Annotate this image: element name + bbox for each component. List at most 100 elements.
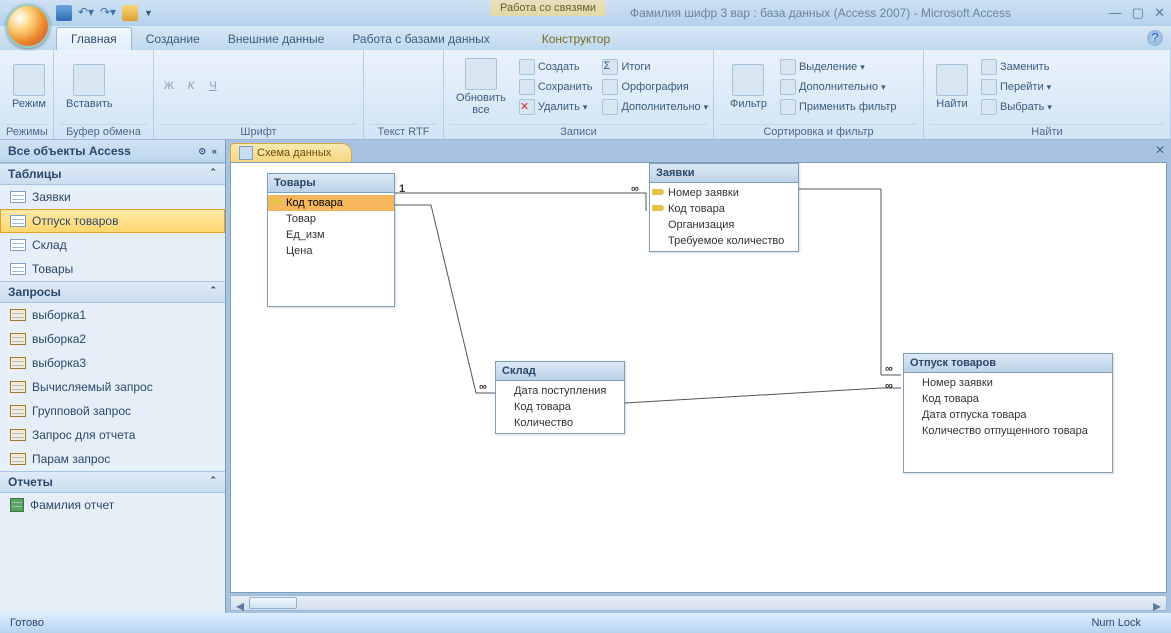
table-box-zayavki[interactable]: Заявки Номер заявкиКод товараОрганизацияТ…	[649, 163, 799, 252]
field-row[interactable]: Дата отпуска товара	[904, 407, 1112, 423]
toggle-filter-button[interactable]: Применить фильтр	[777, 98, 900, 116]
nav-item[interactable]: Групповой запрос	[0, 399, 225, 423]
window-title: Фамилия шифр 3 вар : база данных (Access…	[630, 6, 1011, 20]
nav-item[interactable]: Отпуск товаров	[0, 209, 225, 233]
nav-group-tables-label: Таблицы	[8, 167, 61, 181]
table-box-tovary[interactable]: Товары Код товараТоварЕд_измЦена	[267, 173, 395, 307]
nav-item[interactable]: Вычисляемый запрос	[0, 375, 225, 399]
underline-icon[interactable]: Ч	[204, 80, 222, 92]
qat-dropdown-icon[interactable]: ▼	[144, 8, 153, 18]
nav-group-tables[interactable]: Таблицы⌃	[0, 163, 225, 185]
nav-item[interactable]: выборка2	[0, 327, 225, 351]
spelling-button[interactable]: Орфография	[599, 78, 711, 96]
advanced-label: Дополнительно	[799, 81, 878, 93]
nav-item[interactable]: Запрос для отчета	[0, 423, 225, 447]
close-button[interactable]: ✕	[1154, 5, 1165, 21]
field-row[interactable]: Код товара	[268, 195, 394, 211]
goto-label: Перейти	[1000, 81, 1044, 93]
table-title[interactable]: Товары	[268, 174, 394, 193]
nav-item[interactable]: выборка1	[0, 303, 225, 327]
advanced-filter-button[interactable]: Дополнительно▾	[777, 78, 900, 96]
table-box-sklad[interactable]: Склад Дата поступленияКод товараКоличеств…	[495, 361, 625, 434]
ribbon-group-views: Режимы	[6, 124, 47, 139]
cardinality-many: ∞	[885, 363, 893, 375]
filter-button[interactable]: Фильтр	[724, 62, 773, 112]
totals-button[interactable]: ΣИтоги	[599, 58, 711, 76]
refresh-button[interactable]: Обновить все	[450, 56, 512, 118]
nav-group-queries[interactable]: Запросы⌃	[0, 281, 225, 303]
table-title[interactable]: Отпуск товаров	[904, 354, 1112, 373]
table-icon	[10, 215, 26, 227]
spell-icon	[602, 79, 618, 95]
delete-record-button[interactable]: ✕Удалить▾	[516, 98, 596, 116]
italic-icon[interactable]: К	[182, 80, 200, 92]
table-title[interactable]: Заявки	[650, 164, 798, 183]
field-row[interactable]: Код товара	[496, 399, 624, 415]
field-row[interactable]: Номер заявки	[650, 185, 798, 201]
nav-item-label: Отпуск товаров	[32, 214, 118, 228]
undo-icon[interactable]: ↶▾	[78, 5, 94, 21]
filter-icon	[732, 64, 764, 96]
replace-icon	[981, 59, 997, 75]
minimize-button[interactable]: —	[1109, 5, 1122, 21]
save-icon[interactable]	[56, 5, 72, 21]
tab-main[interactable]: Главная	[56, 27, 132, 50]
selection-button[interactable]: Выделение▾	[777, 58, 900, 76]
ribbon-group-font: Шрифт	[160, 124, 357, 139]
save-record-button[interactable]: Сохранить	[516, 78, 596, 96]
new-record-button[interactable]: Создать	[516, 58, 596, 76]
nav-header[interactable]: Все объекты Access ⊙ «	[0, 140, 225, 163]
field-row[interactable]: Ед_изм	[268, 227, 394, 243]
nav-item[interactable]: Заявки	[0, 185, 225, 209]
status-numlock: Num Lock	[1091, 617, 1141, 629]
select-button[interactable]: Выбрать▾	[978, 98, 1055, 116]
nav-item[interactable]: Склад	[0, 233, 225, 257]
query-icon	[10, 381, 26, 393]
maximize-button[interactable]: ▢	[1132, 5, 1144, 21]
field-row[interactable]: Требуемое количество	[650, 233, 798, 249]
ribbon-group-clipboard: Буфер обмена	[60, 124, 147, 139]
more-records-button[interactable]: Дополнительно▾	[599, 98, 711, 116]
nav-item[interactable]: Товары	[0, 257, 225, 281]
nav-header-label: Все объекты Access	[8, 144, 131, 158]
field-row[interactable]: Цена	[268, 243, 394, 259]
field-row[interactable]: Номер заявки	[904, 375, 1112, 391]
document-tab-schema[interactable]: Схема данных	[230, 143, 352, 162]
field-row[interactable]: Дата поступления	[496, 383, 624, 399]
table-title[interactable]: Склад	[496, 362, 624, 381]
field-row[interactable]: Количество отпущенного товара	[904, 423, 1112, 439]
view-button[interactable]: Режим	[6, 62, 52, 112]
nav-item[interactable]: Парам запрос	[0, 447, 225, 471]
field-row[interactable]: Организация	[650, 217, 798, 233]
table-box-otpusk[interactable]: Отпуск товаров Номер заявкиКод товараДата…	[903, 353, 1113, 473]
close-tab-icon[interactable]: ✕	[1155, 143, 1165, 157]
select-icon	[981, 99, 997, 115]
field-row[interactable]: Код товара	[904, 391, 1112, 407]
nav-group-reports[interactable]: Отчеты⌃	[0, 471, 225, 493]
field-row[interactable]: Количество	[496, 415, 624, 431]
office-button[interactable]	[6, 4, 50, 48]
tab-create[interactable]: Создание	[132, 28, 214, 50]
find-button[interactable]: Найти	[930, 62, 974, 112]
field-row[interactable]: Товар	[268, 211, 394, 227]
tab-constructor[interactable]: Конструктор	[528, 28, 624, 50]
nav-collapse-icon[interactable]: «	[212, 146, 217, 157]
replace-button[interactable]: Заменить	[978, 58, 1055, 76]
redo-icon[interactable]: ↷▾	[100, 5, 116, 21]
nav-item[interactable]: выборка3	[0, 351, 225, 375]
nav-dropdown-icon[interactable]: ⊙	[198, 146, 206, 157]
relationships-canvas[interactable]: 1 ∞ ∞ ∞ ∞ ТоварыКод товараТоварЕд_измЦен…	[230, 162, 1167, 593]
help-icon[interactable]: ?	[1147, 30, 1163, 46]
field-row[interactable]: Код товара	[650, 201, 798, 217]
paste-button[interactable]: Вставить	[60, 62, 119, 112]
goto-button[interactable]: Перейти▾	[978, 78, 1055, 96]
bold-icon[interactable]: Ж	[160, 80, 178, 92]
tab-external[interactable]: Внешние данные	[214, 28, 339, 50]
scroll-thumb[interactable]	[249, 597, 297, 609]
nav-item[interactable]: Фамилия отчет	[0, 493, 225, 517]
selection-icon	[780, 59, 796, 75]
view-label: Режим	[12, 98, 46, 110]
horizontal-scrollbar[interactable]: ◂ ▸	[230, 595, 1167, 611]
open-icon[interactable]	[122, 5, 138, 21]
tab-dbwork[interactable]: Работа с базами данных	[338, 28, 503, 50]
